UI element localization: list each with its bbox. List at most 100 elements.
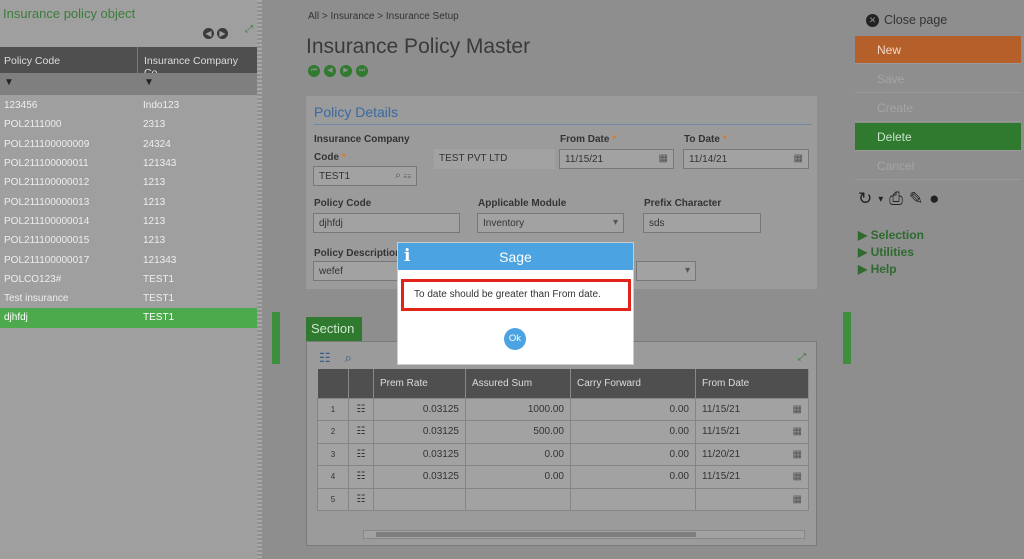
expand-icon[interactable]: ⤢ [798, 352, 806, 363]
cell-carry-forward[interactable] [570, 487, 696, 511]
cell-from-date[interactable]: ▦ [695, 487, 809, 511]
cell-from-date[interactable]: 11/20/21 ▦ [695, 442, 809, 466]
col-policy-code[interactable]: Policy Code [0, 47, 138, 73]
expand-icon[interactable]: ⤢ [245, 24, 253, 35]
calendar-icon[interactable]: ▦ [793, 404, 802, 415]
list-item[interactable]: POL2111000 2313 [0, 115, 262, 134]
list-item[interactable]: POLCO123# TEST1 [0, 270, 262, 289]
cell-assured-sum[interactable]: 0.00 [465, 442, 571, 466]
calendar-icon[interactable]: ▦ [794, 153, 803, 164]
row-detail-icon[interactable]: ☷ [348, 465, 374, 489]
list-item[interactable]: POL211100000009 24324 [0, 135, 262, 154]
section-tab[interactable]: Section [306, 317, 362, 341]
policy-code-field[interactable]: djhfdj [313, 213, 460, 233]
dropdown-field[interactable]: ▾ [636, 261, 696, 281]
from-date-field[interactable]: 11/15/21 ▦ [559, 149, 674, 169]
grid-view-icon[interactable]: ☷ [319, 350, 331, 366]
list-item-selected[interactable]: djhfdj TEST1 [0, 308, 262, 328]
table-row[interactable]: 5 ☷ ▦ [317, 487, 809, 511]
breadcrumb-insurance[interactable]: Insurance [331, 11, 375, 22]
menu-help[interactable]: ▶ Help [858, 262, 897, 276]
horizontal-scrollbar[interactable] [363, 530, 805, 539]
filter-icon[interactable]: ▼ [4, 77, 14, 88]
cell-prem-rate[interactable]: 0.03125 [373, 442, 466, 466]
cell-assured-sum[interactable]: 500.00 [465, 420, 571, 444]
list-item[interactable]: POL211100000015 1213 [0, 231, 262, 250]
cell-carry-forward[interactable]: 0.00 [570, 420, 696, 444]
applicable-module-select[interactable]: Inventory ▾ [477, 213, 624, 233]
table-row[interactable]: 2 ☷ 0.03125 500.00 0.00 11/15/21 ▦ [317, 420, 809, 444]
col-prem-rate[interactable]: Prem Rate [373, 369, 466, 398]
cell-carry-forward[interactable]: 0.00 [570, 442, 696, 466]
cell-prem-rate[interactable]: 0.03125 [373, 397, 466, 421]
row-detail-icon[interactable]: ☷ [348, 397, 374, 421]
print-icon[interactable]: ⎙ [889, 189, 903, 209]
cell-prem-rate[interactable]: 0.03125 [373, 420, 466, 444]
calendar-icon[interactable]: ▦ [793, 471, 802, 482]
table-row[interactable]: 1 ☷ 0.03125 1000.00 0.00 11/15/21 ▦ [317, 397, 809, 421]
col-insurance-company[interactable]: Insurance Company Co... [138, 47, 262, 79]
cell-carry-forward[interactable]: 0.00 [570, 397, 696, 421]
new-button[interactable]: New [855, 36, 1021, 64]
calendar-icon[interactable]: ▦ [793, 449, 802, 460]
cell-carry-forward[interactable]: 0.00 [570, 465, 696, 489]
search-icon[interactable]: ⌕ [345, 350, 352, 366]
cell-prem-rate[interactable] [373, 487, 466, 511]
save-button[interactable]: Save [855, 65, 1021, 93]
last-record-icon[interactable]: ⏭ [356, 65, 368, 77]
table-row[interactable]: 4 ☷ 0.03125 0.00 0.00 11/15/21 ▦ [317, 465, 809, 489]
cell-assured-sum[interactable]: 1000.00 [465, 397, 571, 421]
scrollbar-thumb[interactable] [376, 532, 696, 537]
list-item[interactable]: Test insurance TEST1 [0, 289, 262, 308]
row-detail-icon[interactable]: ☷ [348, 442, 374, 466]
menu-utilities[interactable]: ▶ Utilities [858, 245, 914, 259]
list-item[interactable]: POL211100000013 1213 [0, 192, 262, 211]
chevron-down-icon[interactable]: ▾ [613, 217, 618, 228]
chevron-down-icon[interactable]: ▾ [878, 194, 883, 205]
insurance-company-code-field[interactable]: TEST1 ⌕ ☷ [313, 166, 417, 186]
list-item[interactable]: POL211100000017 121343 [0, 250, 262, 269]
cell-assured-sum[interactable] [465, 487, 571, 511]
left-collapse-tab[interactable] [272, 312, 280, 364]
list-item[interactable]: POL211100000011 121343 [0, 154, 262, 173]
attachment-icon[interactable]: ✎ [909, 189, 923, 209]
calendar-icon[interactable]: ▦ [793, 494, 802, 505]
close-page-button[interactable]: ✕ Close page [866, 13, 947, 27]
filter-icon[interactable]: ▼ [144, 77, 154, 88]
calendar-icon[interactable]: ▦ [793, 426, 802, 437]
first-record-icon[interactable]: ⏮ [308, 65, 320, 77]
comment-icon[interactable]: ● [929, 189, 939, 209]
to-date-field[interactable]: 11/14/21 ▦ [683, 149, 809, 169]
lookup-icon[interactable]: ⌕ ☷ [395, 170, 411, 181]
table-row[interactable]: 3 ☷ 0.03125 0.00 0.00 11/20/21 ▦ [317, 442, 809, 466]
list-item[interactable]: 123456 Indo123 [0, 96, 262, 115]
col-from-date[interactable]: From Date [695, 369, 809, 398]
breadcrumb-insurance-setup[interactable]: Insurance Setup [386, 11, 459, 22]
right-collapse-tab[interactable] [843, 312, 851, 364]
refresh-icon[interactable]: ↻ [858, 189, 872, 209]
cell-prem-rate[interactable]: 0.03125 [373, 465, 466, 489]
chevron-down-icon[interactable]: ▾ [685, 265, 690, 276]
row-detail-icon[interactable]: ☷ [348, 420, 374, 444]
menu-selection[interactable]: ▶ Selection [858, 228, 924, 242]
create-button[interactable]: Create [855, 94, 1021, 122]
ok-button[interactable]: Ok [504, 328, 526, 350]
breadcrumb-all[interactable]: All [308, 11, 319, 22]
next-record-icon[interactable]: ▶ [340, 65, 352, 77]
col-assured-sum[interactable]: Assured Sum [465, 369, 571, 398]
cell-from-date[interactable]: 11/15/21 ▦ [695, 397, 809, 421]
next-icon[interactable]: ▶ [217, 28, 228, 39]
list-item[interactable]: POL211100000014 1213 [0, 212, 262, 231]
col-carry-forward[interactable]: Carry Forward [570, 369, 696, 398]
cell-from-date[interactable]: 11/15/21 ▦ [695, 465, 809, 489]
calendar-icon[interactable]: ▦ [659, 153, 668, 164]
cancel-button[interactable]: Cancel [855, 152, 1021, 180]
prefix-field[interactable]: sds [643, 213, 761, 233]
cell-assured-sum[interactable]: 0.00 [465, 465, 571, 489]
prev-icon[interactable]: ◀ [203, 28, 214, 39]
list-item[interactable]: POL211100000012 1213 [0, 173, 262, 192]
cell-from-date[interactable]: 11/15/21 ▦ [695, 420, 809, 444]
row-detail-icon[interactable]: ☷ [348, 487, 374, 511]
previous-record-icon[interactable]: ◀ [324, 65, 336, 77]
delete-button[interactable]: Delete [855, 123, 1021, 151]
